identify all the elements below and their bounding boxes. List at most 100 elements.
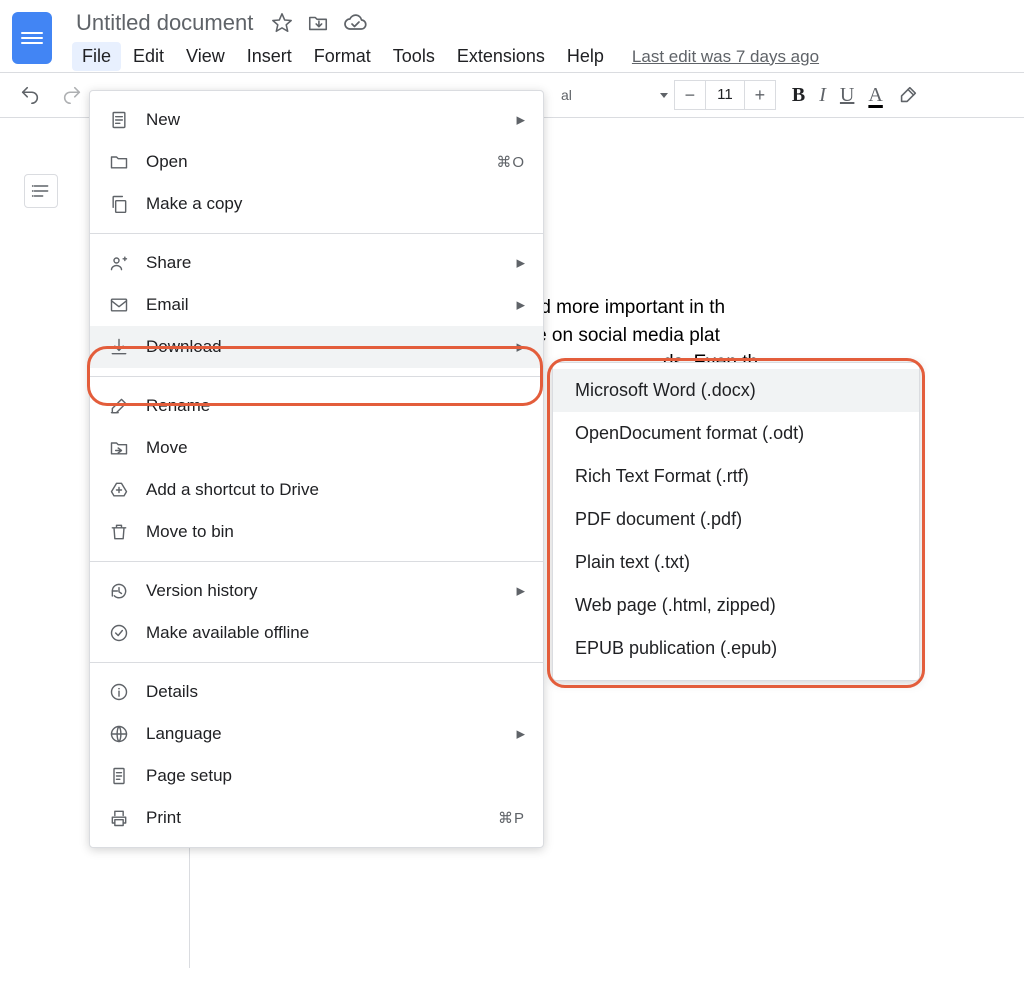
offline-icon (108, 622, 130, 644)
chevron-right-icon: ▸ (516, 724, 525, 744)
menu-format[interactable]: Format (304, 42, 381, 71)
menu-separator (90, 662, 543, 663)
file-menu-print[interactable]: Print ⌘P (90, 797, 543, 839)
highlight-color-button[interactable] (897, 84, 919, 106)
menu-label: Add a shortcut to Drive (146, 480, 319, 500)
copy-icon (108, 193, 130, 215)
font-size-decrease[interactable]: − (675, 81, 705, 109)
file-menu-popup: New ▸ Open ⌘O Make a copy Share ▸ Email … (89, 90, 544, 848)
menu-label: Make a copy (146, 194, 242, 214)
file-menu-make-copy[interactable]: Make a copy (90, 183, 543, 225)
move-to-folder-icon[interactable] (307, 12, 329, 34)
file-menu-move[interactable]: Move (90, 427, 543, 469)
menu-separator (90, 561, 543, 562)
text-color-button[interactable]: A (868, 84, 882, 107)
print-icon (108, 807, 130, 829)
file-menu-open[interactable]: Open ⌘O (90, 141, 543, 183)
email-icon (108, 294, 130, 316)
menu-label: Version history (146, 581, 258, 601)
file-menu-language[interactable]: Language ▸ (90, 713, 543, 755)
file-menu-available-offline[interactable]: Make available offline (90, 612, 543, 654)
chevron-right-icon: ▸ (516, 110, 525, 130)
download-option-epub[interactable]: EPUB publication (.epub) (553, 627, 919, 670)
cloud-status-icon[interactable] (343, 12, 367, 34)
move-icon (108, 437, 130, 459)
redo-button[interactable] (54, 77, 90, 113)
menu-label: Move to bin (146, 522, 234, 542)
menu-label: Rename (146, 396, 210, 416)
chevron-right-icon: ▸ (516, 337, 525, 357)
download-option-odt[interactable]: OpenDocument format (.odt) (553, 412, 919, 455)
document-icon (108, 109, 130, 131)
last-edit-link[interactable]: Last edit was 7 days ago (632, 47, 819, 67)
menu-extensions[interactable]: Extensions (447, 42, 555, 71)
drive-shortcut-icon (108, 479, 130, 501)
trash-icon (108, 521, 130, 543)
titlebar: Untitled document File Edit View Insert … (0, 0, 1024, 72)
download-option-rtf[interactable]: Rich Text Format (.rtf) (553, 455, 919, 498)
menu-separator (90, 233, 543, 234)
file-menu-version-history[interactable]: Version history ▸ (90, 570, 543, 612)
download-submenu: Microsoft Word (.docx) OpenDocument form… (552, 362, 920, 681)
star-icon[interactable] (271, 12, 293, 34)
history-icon (108, 580, 130, 602)
document-title[interactable]: Untitled document (72, 8, 257, 38)
file-menu-download[interactable]: Download ▸ (90, 326, 543, 368)
menu-help[interactable]: Help (557, 42, 614, 71)
file-menu-page-setup[interactable]: Page setup (90, 755, 543, 797)
shortcut-text: ⌘P (498, 809, 525, 827)
menu-label: Move (146, 438, 188, 458)
chevron-right-icon: ▸ (516, 581, 525, 601)
menu-label: Download (146, 337, 222, 357)
shortcut-text: ⌘O (496, 153, 525, 171)
docs-logo-icon[interactable] (12, 12, 52, 64)
menu-label: Details (146, 682, 198, 702)
menu-view[interactable]: View (176, 42, 235, 71)
font-family-dropdown[interactable]: al (561, 87, 668, 103)
menu-label: Language (146, 724, 222, 744)
menubar: File Edit View Insert Format Tools Exten… (72, 42, 819, 71)
file-menu-share[interactable]: Share ▸ (90, 242, 543, 284)
page-icon (108, 765, 130, 787)
menu-label: Open (146, 152, 188, 172)
menu-label: Print (146, 808, 181, 828)
file-menu-new[interactable]: New ▸ (90, 99, 543, 141)
menu-label: Make available offline (146, 623, 309, 643)
download-option-html[interactable]: Web page (.html, zipped) (553, 584, 919, 627)
font-size-value[interactable]: 11 (705, 81, 745, 109)
chevron-right-icon: ▸ (516, 295, 525, 315)
download-option-docx[interactable]: Microsoft Word (.docx) (553, 369, 919, 412)
menu-edit[interactable]: Edit (123, 42, 174, 71)
download-icon (108, 336, 130, 358)
chevron-down-icon (660, 93, 668, 98)
menu-label: New (146, 110, 180, 130)
globe-icon (108, 723, 130, 745)
underline-button[interactable]: U (840, 84, 854, 107)
font-size-increase[interactable]: + (745, 81, 775, 109)
menu-tools[interactable]: Tools (383, 42, 445, 71)
download-option-pdf[interactable]: PDF document (.pdf) (553, 498, 919, 541)
chevron-right-icon: ▸ (516, 253, 525, 273)
file-menu-add-shortcut[interactable]: Add a shortcut to Drive (90, 469, 543, 511)
menu-insert[interactable]: Insert (237, 42, 302, 71)
menu-separator (90, 376, 543, 377)
share-icon (108, 252, 130, 274)
undo-button[interactable] (12, 77, 48, 113)
menu-file[interactable]: File (72, 42, 121, 71)
font-family-label: al (561, 87, 572, 103)
menu-label: Page setup (146, 766, 232, 786)
menu-label: Share (146, 253, 191, 273)
download-option-txt[interactable]: Plain text (.txt) (553, 541, 919, 584)
italic-button[interactable]: I (819, 84, 826, 107)
file-menu-email[interactable]: Email ▸ (90, 284, 543, 326)
info-icon (108, 681, 130, 703)
file-menu-move-to-bin[interactable]: Move to bin (90, 511, 543, 553)
outline-toggle-button[interactable] (24, 174, 58, 208)
bold-button[interactable]: B (792, 84, 805, 107)
folder-icon (108, 151, 130, 173)
file-menu-details[interactable]: Details (90, 671, 543, 713)
file-menu-rename[interactable]: Rename (90, 385, 543, 427)
font-size-control: − 11 + (674, 80, 776, 110)
menu-label: Email (146, 295, 189, 315)
rename-icon (108, 395, 130, 417)
